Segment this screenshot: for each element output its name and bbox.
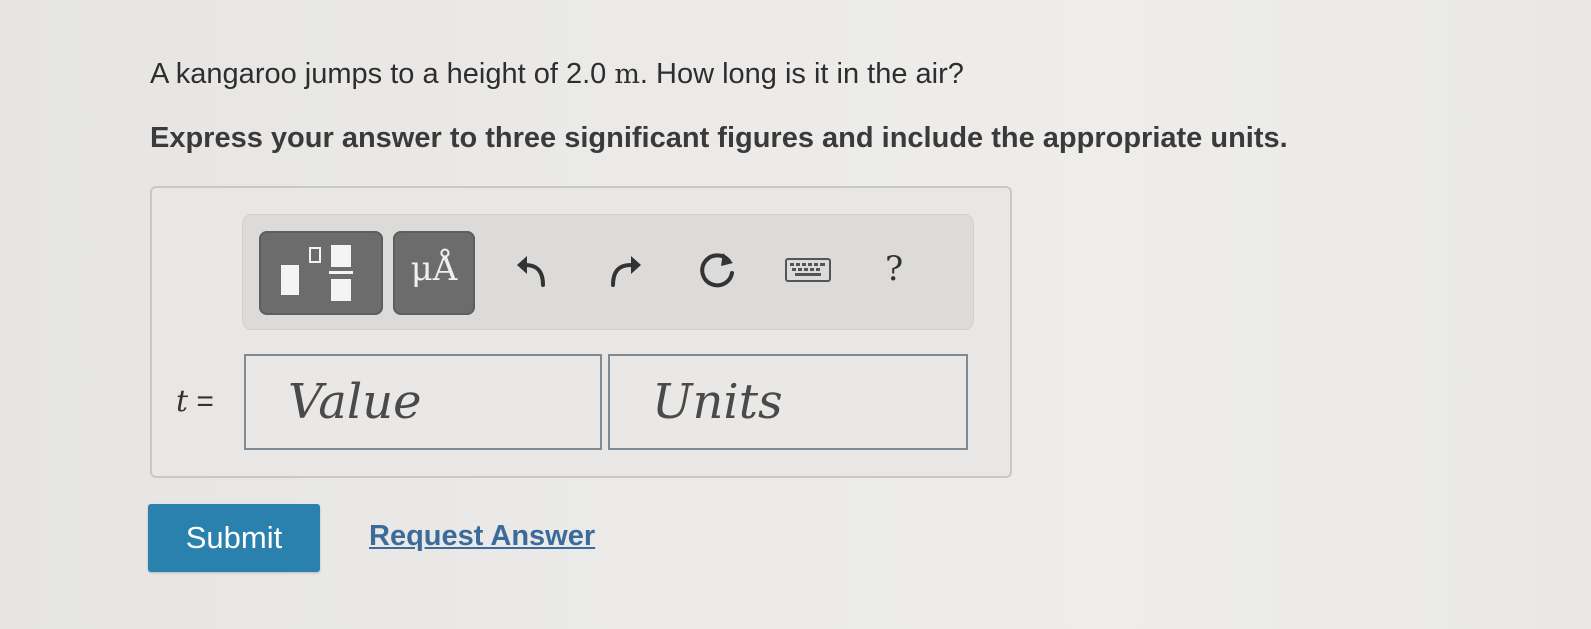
submit-button[interactable]: Submit: [148, 504, 320, 572]
question-unit: m: [614, 59, 640, 90]
value-input[interactable]: Value: [244, 354, 602, 450]
undo-icon[interactable]: [509, 245, 559, 295]
units-label: μÅ: [410, 249, 458, 289]
page: A kangaroo jumps to a height of 2.0 m. H…: [0, 0, 1591, 629]
answer-panel: μÅ ? t = Value Units: [150, 186, 1012, 478]
equals-sign: =: [188, 385, 214, 418]
units-input[interactable]: Units: [608, 354, 968, 450]
help-button[interactable]: ?: [885, 249, 903, 289]
instruction-text: Express your answer to three significant…: [150, 122, 1288, 154]
variable-name: t: [176, 384, 189, 419]
redo-icon[interactable]: [599, 245, 649, 295]
request-answer-link[interactable]: Request Answer: [369, 520, 595, 553]
reset-icon[interactable]: [693, 245, 743, 295]
math-toolbar: μÅ ?: [242, 214, 974, 330]
question-text-start: A kangaroo jumps to a height of 2.0: [150, 58, 615, 90]
question-text: A kangaroo jumps to a height of 2.0 m. H…: [150, 58, 964, 91]
keyboard-icon[interactable]: [783, 245, 833, 295]
answer-variable-label: t =: [176, 384, 214, 419]
units-button[interactable]: μÅ: [393, 231, 475, 315]
templates-button[interactable]: [259, 231, 383, 315]
question-text-end: . How long is it in the air?: [639, 58, 964, 90]
